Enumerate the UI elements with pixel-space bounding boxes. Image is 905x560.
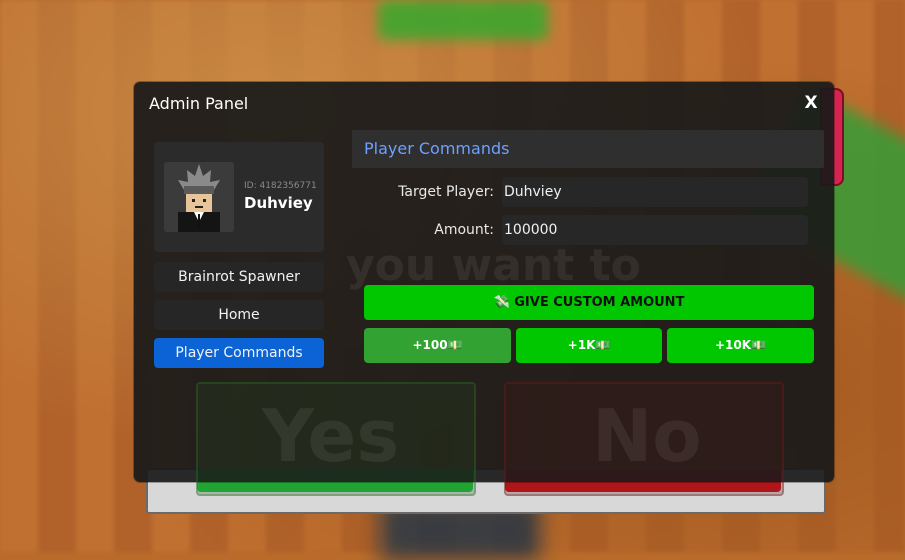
money-bag-icon: 💵 — [751, 338, 766, 352]
give-custom-amount-label: GIVE CUSTOM AMOUNT — [514, 295, 685, 310]
add-100-button[interactable]: +100💵 — [364, 328, 511, 363]
sidebar-item-brainrot-spawner[interactable]: Brainrot Spawner — [154, 262, 324, 292]
target-player-label: Target Player: — [398, 184, 494, 200]
sidebar-item-player-commands[interactable]: Player Commands — [154, 338, 324, 368]
username: Duhviey — [244, 194, 313, 212]
give-custom-amount-button[interactable]: 💸 GIVE CUSTOM AMOUNT — [364, 285, 814, 320]
money-bag-icon: 💵 — [447, 338, 463, 352]
ghost-no-button — [504, 382, 784, 496]
avatar-image — [164, 162, 234, 232]
ghost-question-text: you want to — [346, 240, 641, 291]
section-title: Player Commands — [364, 139, 510, 158]
profile-card: ID: 4182356771 Duhviey — [154, 142, 324, 252]
amount-label: Amount: — [434, 222, 494, 238]
add-10k-button[interactable]: +10K💵 — [667, 328, 814, 363]
close-button[interactable]: X — [800, 92, 822, 114]
amount-input[interactable]: 100000 — [502, 215, 808, 245]
background-green-block — [378, 0, 548, 40]
panel-title: Admin Panel — [149, 94, 249, 113]
add-1k-label: +1K — [567, 338, 596, 352]
user-id: ID: 4182356771 — [244, 181, 317, 191]
target-player-input[interactable]: Duhviey — [502, 177, 808, 207]
title-bar: Admin Panel X — [134, 82, 834, 124]
add-100-label: +100 — [412, 338, 448, 352]
avatar — [164, 162, 234, 232]
section-header: Player Commands — [352, 130, 824, 168]
admin-panel: Yes No you want to Admin Panel X ID: 418… — [134, 82, 834, 496]
add-1k-button[interactable]: +1K💵 — [516, 328, 662, 363]
money-wings-icon: 💸 — [493, 295, 510, 310]
money-bag-icon: 💵 — [595, 338, 611, 352]
sidebar-item-home[interactable]: Home — [154, 300, 324, 330]
add-10k-label: +10K — [714, 338, 752, 352]
ghost-yes-button — [196, 382, 476, 496]
